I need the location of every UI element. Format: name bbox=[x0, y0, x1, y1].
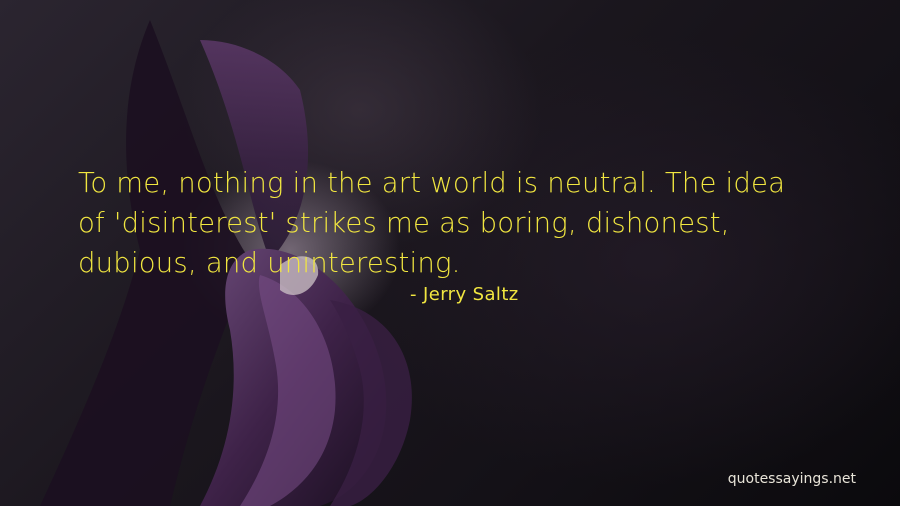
quote-author: - Jerry Saltz bbox=[410, 284, 519, 305]
quote-card: To me, nothing in the art world is neutr… bbox=[0, 0, 900, 506]
quote-text: To me, nothing in the art world is neutr… bbox=[78, 167, 786, 279]
site-watermark: quotessayings.net bbox=[727, 471, 856, 487]
